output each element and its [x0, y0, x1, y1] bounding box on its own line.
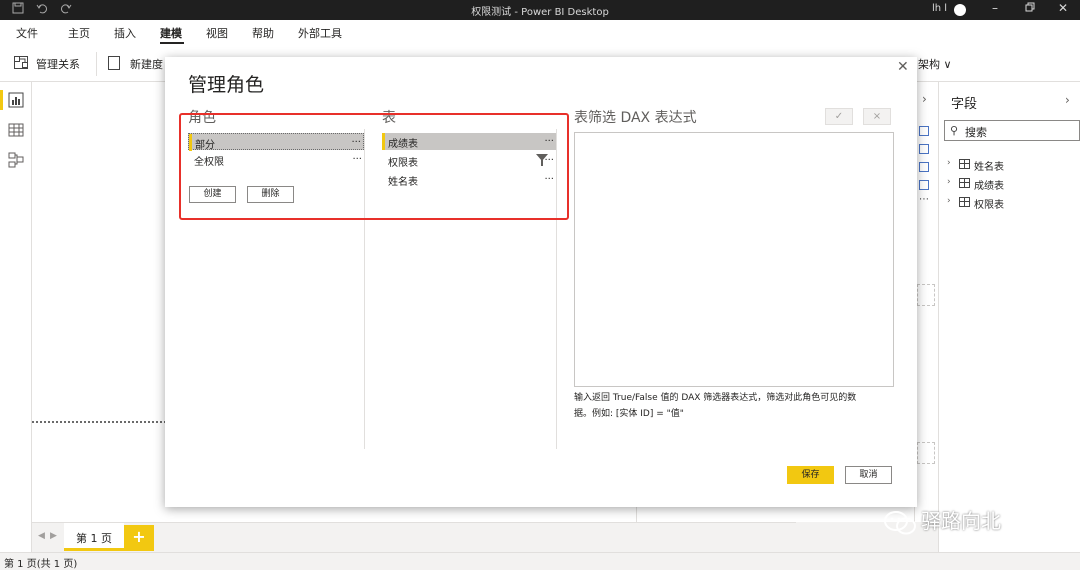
schema-button[interactable]: 架构 ∨	[918, 56, 952, 72]
status-bar: 第 1 页(共 1 页)	[0, 552, 1080, 570]
tab-modeling[interactable]: 建模	[160, 25, 182, 41]
dialog-title: 管理角色	[188, 74, 265, 96]
expand-visualizations-icon[interactable]: ›	[922, 92, 927, 106]
model-view-icon[interactable]	[8, 152, 24, 168]
fields-panel: 字段 › ⚲ 搜索 › 姓名表 › 成绩表 › 权限表	[938, 82, 1080, 552]
avatar[interactable]	[954, 4, 966, 16]
confirm-dax-button[interactable]: ✓	[825, 108, 853, 125]
chevron-right-icon: ›	[947, 196, 951, 206]
dax-hint-line: 据。例如: [实体 ID] = "值"	[574, 409, 684, 419]
chevron-right-icon: ›	[947, 158, 951, 168]
visual-type-icon[interactable]	[919, 144, 929, 154]
field-well[interactable]	[917, 442, 935, 464]
close-icon[interactable]: ✕	[897, 59, 909, 75]
window-title: 权限测试 - Power BI Desktop	[471, 7, 609, 18]
data-view-icon[interactable]	[8, 122, 24, 138]
visual-type-icon[interactable]	[919, 180, 929, 190]
tab-view[interactable]: 视图	[206, 25, 228, 41]
highlight-annotation	[179, 113, 569, 220]
collapse-fields-icon[interactable]: ›	[1065, 93, 1070, 107]
tab-file[interactable]: 文件	[16, 25, 38, 41]
left-nav	[0, 82, 32, 552]
field-table-name: 权限表	[974, 200, 1004, 211]
watermark: 驿路向北	[883, 505, 1001, 536]
calculator-icon	[108, 56, 120, 70]
new-measure-button[interactable]: 新建度	[130, 56, 163, 72]
close-icon[interactable]: ✕	[1048, 1, 1078, 15]
search-icon: ⚲	[950, 124, 959, 137]
dax-hint-text: 输入返回 True/False 值的 DAX 筛选器表达式，筛选对此角色可见的数…	[574, 390, 894, 422]
page-next-icon[interactable]: ▶	[50, 531, 57, 541]
page-tabs-bar: ◀ ▶ 第 1 页 +	[32, 522, 796, 552]
active-tab-indicator	[160, 42, 184, 44]
table-icon	[959, 178, 970, 188]
active-view-indicator	[0, 90, 3, 110]
ribbon-divider	[96, 52, 97, 76]
tab-help[interactable]: 帮助	[252, 25, 274, 41]
manage-relationships-button[interactable]: 管理关系	[36, 56, 80, 72]
save-button[interactable]: 保存	[787, 466, 834, 484]
schema-label: 架构	[918, 58, 940, 71]
tab-insert[interactable]: 插入	[114, 25, 136, 41]
manage-relationships-icon	[14, 56, 28, 69]
visual-type-icon[interactable]	[919, 126, 929, 136]
field-table-name: 姓名表	[974, 162, 1004, 173]
field-well[interactable]	[917, 284, 935, 306]
tab-home[interactable]: 主页	[68, 25, 90, 41]
fields-title: 字段	[951, 97, 978, 112]
visual-type-icon[interactable]	[919, 162, 929, 172]
minimize-icon[interactable]: –	[980, 1, 1010, 15]
report-view-icon[interactable]	[8, 92, 24, 108]
page-prev-icon[interactable]: ◀	[38, 531, 45, 541]
add-page-button[interactable]: +	[124, 525, 154, 551]
title-bar: 权限测试 - Power BI Desktop lh l – ✕	[0, 0, 1080, 20]
page-count-status: 第 1 页(共 1 页)	[4, 559, 78, 570]
wechat-icon	[884, 510, 916, 534]
field-table-name: 成绩表	[974, 181, 1004, 192]
table-icon	[959, 197, 970, 207]
canvas-dotted-line	[32, 421, 166, 423]
fields-search-input[interactable]: ⚲ 搜索	[944, 120, 1080, 141]
more-visuals-icon[interactable]: ⋯	[919, 194, 929, 205]
search-placeholder: 搜索	[965, 126, 987, 139]
chevron-right-icon: ›	[947, 177, 951, 187]
dax-header: 表筛选 DAX 表达式	[574, 110, 697, 126]
table-icon	[959, 159, 970, 169]
page-tab-1[interactable]: 第 1 页	[64, 523, 124, 551]
visualizations-panel: ⋯	[914, 82, 938, 522]
dax-expression-editor[interactable]	[574, 132, 894, 387]
watermark-text: 驿路向北	[921, 509, 1001, 533]
dax-hint-line: 输入返回 True/False 值的 DAX 筛选器表达式，筛选对此角色可见的数	[574, 393, 857, 403]
restore-icon[interactable]	[1015, 1, 1045, 15]
cancel-button[interactable]: 取消	[845, 466, 892, 484]
user-name[interactable]: lh l	[932, 3, 947, 14]
discard-dax-button[interactable]: ×	[863, 108, 891, 125]
tab-external-tools[interactable]: 外部工具	[298, 25, 342, 41]
menu-bar: 文件 主页 插入 建模 视图 帮助 外部工具	[0, 20, 1080, 46]
